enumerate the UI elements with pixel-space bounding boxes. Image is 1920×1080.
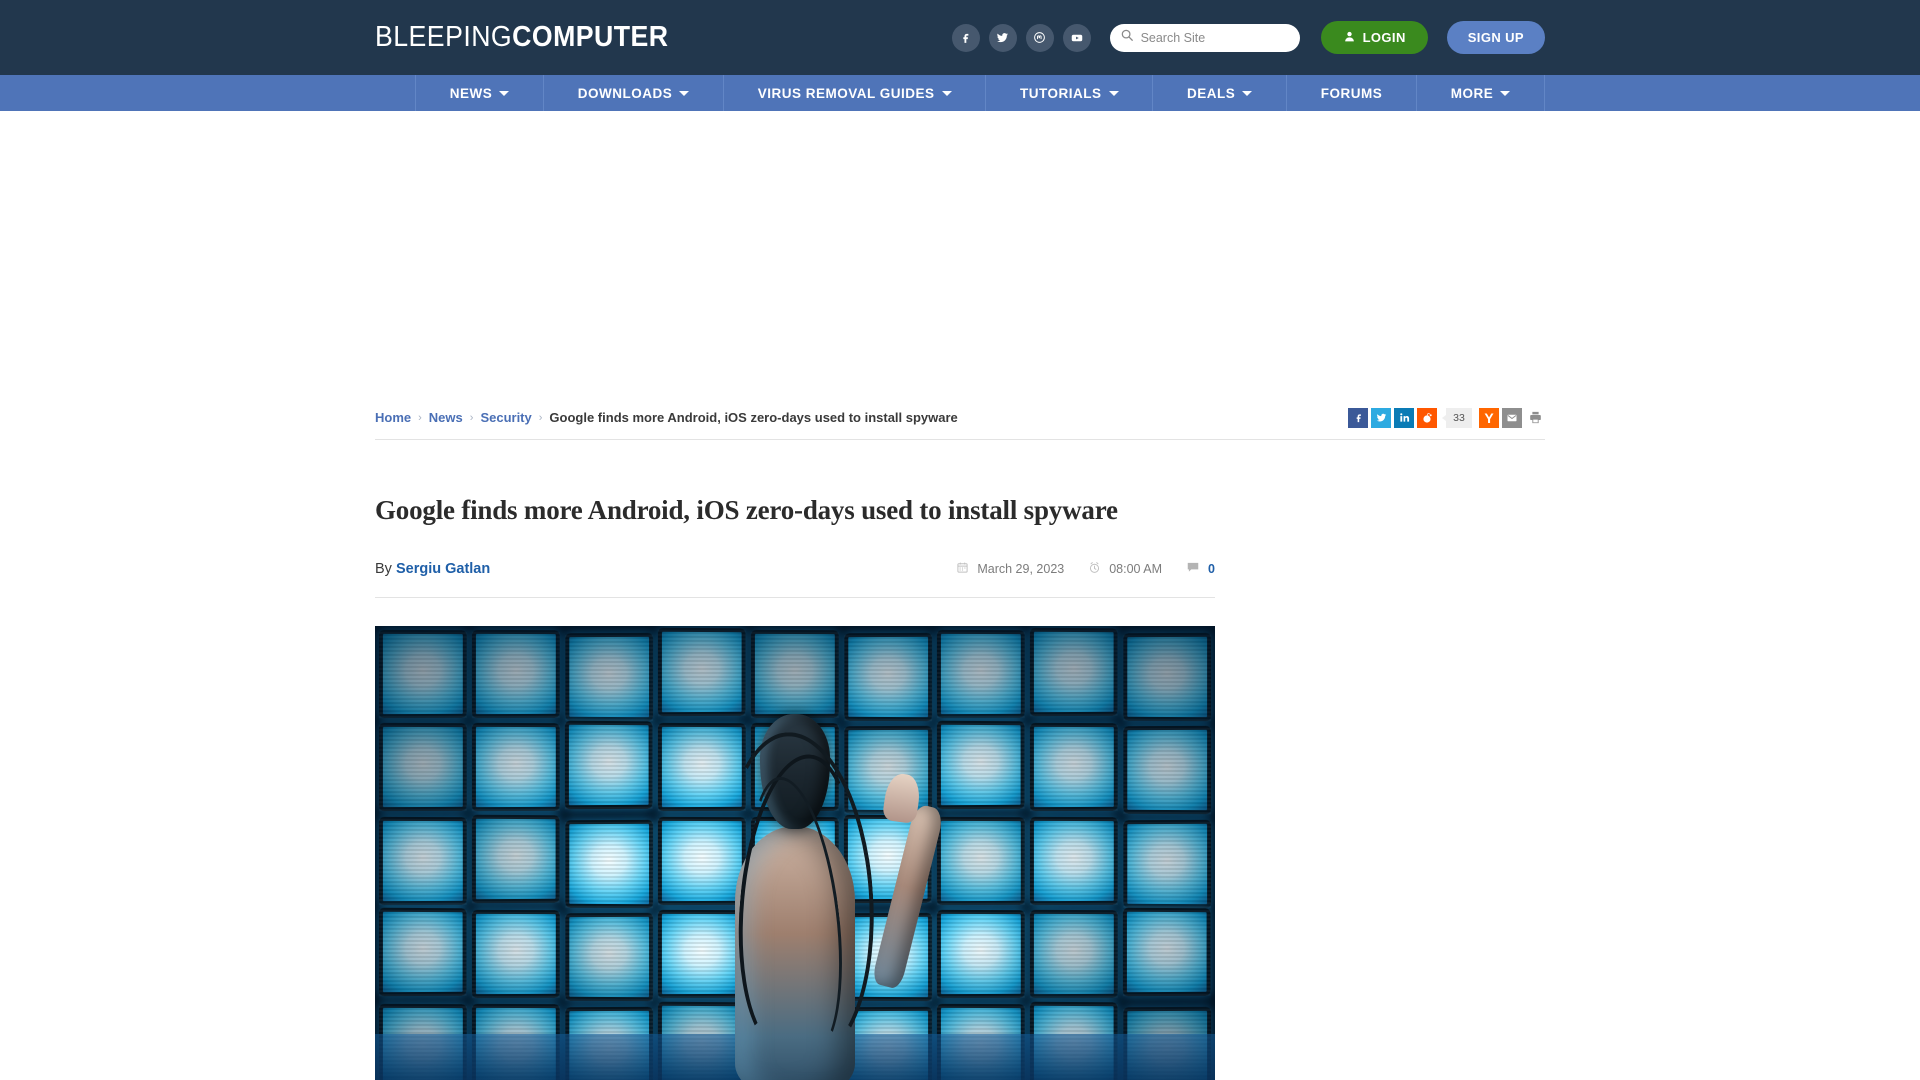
- twitter-icon[interactable]: [988, 23, 1017, 52]
- publish-time: 08:00 AM: [1088, 561, 1162, 577]
- share-reddit-icon[interactable]: [1417, 407, 1437, 428]
- site-logo[interactable]: BLEEPINGCOMPUTER: [375, 21, 668, 54]
- breadcrumb-item-security[interactable]: Security: [480, 410, 531, 425]
- social-links: [951, 23, 1091, 52]
- share-linkedin-icon[interactable]: [1394, 407, 1414, 428]
- share-hackernews-icon[interactable]: Y: [1479, 407, 1499, 428]
- nav-label-forums: FORUMS: [1320, 85, 1383, 101]
- chevron-down-icon: [941, 90, 952, 96]
- byline-meta-group: March 29, 2023 08:00 AM 0: [956, 560, 1215, 577]
- nav-label-news: NEWS: [449, 85, 493, 101]
- search-box[interactable]: [1109, 23, 1300, 52]
- nav-label-deals: DEALS: [1187, 85, 1236, 101]
- breadcrumb: Home › News › Security › Google finds mo…: [375, 410, 958, 425]
- nav-label-tutorials: TUTORIALS: [1020, 85, 1102, 101]
- nav-item-tutorials[interactable]: TUTORIALS: [985, 75, 1152, 111]
- publish-date-text: March 29, 2023: [977, 561, 1065, 576]
- publish-time-text: 08:00 AM: [1109, 561, 1163, 576]
- login-button-label: LOGIN: [1362, 30, 1406, 45]
- chevron-down-icon: [1500, 90, 1511, 96]
- breadcrumb-row: Home › News › Security › Google finds mo…: [375, 396, 1545, 440]
- chevron-down-icon: [679, 90, 690, 96]
- share-email-icon[interactable]: [1502, 407, 1522, 428]
- mastodon-icon[interactable]: [1025, 23, 1054, 52]
- share-print-icon[interactable]: [1525, 408, 1545, 428]
- nav-item-virus-removal-guides[interactable]: VIRUS REMOVAL GUIDES: [723, 75, 985, 111]
- nav-item-news[interactable]: NEWS: [415, 75, 543, 111]
- nav-label-virus-removal-guides: VIRUS REMOVAL GUIDES: [757, 85, 935, 101]
- site-header: BLEEPINGCOMPUTER Search Site LOGIN SIGN …: [0, 0, 1920, 75]
- logo-light-text: BLEEPING: [375, 21, 513, 53]
- breadcrumb-current-page: Google finds more Android, iOS zero-days…: [549, 410, 958, 425]
- share-count-badge: 33: [1442, 407, 1472, 428]
- breadcrumb-separator-icon: ›: [538, 411, 543, 424]
- user-icon: [1343, 30, 1356, 46]
- share-twitter-icon[interactable]: [1371, 407, 1391, 428]
- share-buttons: 33 Y: [1348, 407, 1545, 428]
- publish-date: March 29, 2023: [956, 561, 1064, 577]
- chevron-down-icon: [499, 90, 510, 96]
- byline-author-group: By Sergiu Gatlan: [375, 561, 490, 577]
- breadcrumb-separator-icon: ›: [469, 411, 474, 424]
- share-facebook-icon[interactable]: [1348, 407, 1368, 428]
- nav-label-downloads: DOWNLOADS: [577, 85, 673, 101]
- byline-prefix: By: [375, 560, 392, 577]
- nav-item-downloads[interactable]: DOWNLOADS: [543, 75, 723, 111]
- nav-item-deals[interactable]: DEALS: [1152, 75, 1286, 111]
- nav-item-more[interactable]: MORE: [1416, 75, 1546, 111]
- facebook-icon[interactable]: [951, 23, 980, 52]
- youtube-icon[interactable]: [1062, 23, 1091, 52]
- signup-button-label: SIGN UP: [1467, 30, 1524, 45]
- header-right-group: LOGIN SIGN UP: [951, 21, 1545, 54]
- nav-item-forums[interactable]: FORUMS: [1286, 75, 1416, 111]
- nav-label-more: MORE: [1450, 85, 1494, 101]
- header-inner: BLEEPINGCOMPUTER Search Site LOGIN SIGN …: [375, 0, 1545, 75]
- login-button[interactable]: LOGIN: [1320, 21, 1428, 54]
- breadcrumb-item-home[interactable]: Home: [375, 410, 411, 425]
- main-navigation: NEWS DOWNLOADS VIRUS REMOVAL GUIDES TUTO…: [0, 75, 1920, 111]
- page-content: Home › News › Security › Google finds mo…: [375, 396, 1545, 1080]
- advertisement-slot: [0, 111, 1920, 396]
- article-hero-image: [375, 626, 1215, 1080]
- nav-inner: NEWS DOWNLOADS VIRUS REMOVAL GUIDES TUTO…: [375, 75, 1546, 111]
- comment-count-group[interactable]: 0: [1186, 560, 1215, 577]
- breadcrumb-item-news[interactable]: News: [429, 410, 463, 425]
- comment-count-text: 0: [1208, 561, 1215, 576]
- chevron-down-icon: [1108, 90, 1119, 96]
- figure-arm: [871, 803, 945, 990]
- hero-figure: [645, 696, 945, 1080]
- author-link[interactable]: Sergiu Gatlan: [396, 561, 490, 577]
- comment-icon: [1186, 560, 1200, 577]
- chevron-down-icon: [1242, 90, 1253, 96]
- clock-icon: [1088, 561, 1101, 577]
- page-title: Google finds more Android, iOS zero-days…: [375, 495, 1118, 525]
- search-icon: [1120, 28, 1134, 47]
- logo-bold-text: COMPUTER: [512, 21, 669, 53]
- breadcrumb-separator-icon: ›: [418, 411, 422, 424]
- calendar-icon: [956, 561, 969, 577]
- article-byline: By Sergiu Gatlan March 29, 2023 08:00 AM: [375, 560, 1215, 598]
- signup-button[interactable]: SIGN UP: [1446, 21, 1545, 54]
- search-input[interactable]: [1140, 30, 1290, 45]
